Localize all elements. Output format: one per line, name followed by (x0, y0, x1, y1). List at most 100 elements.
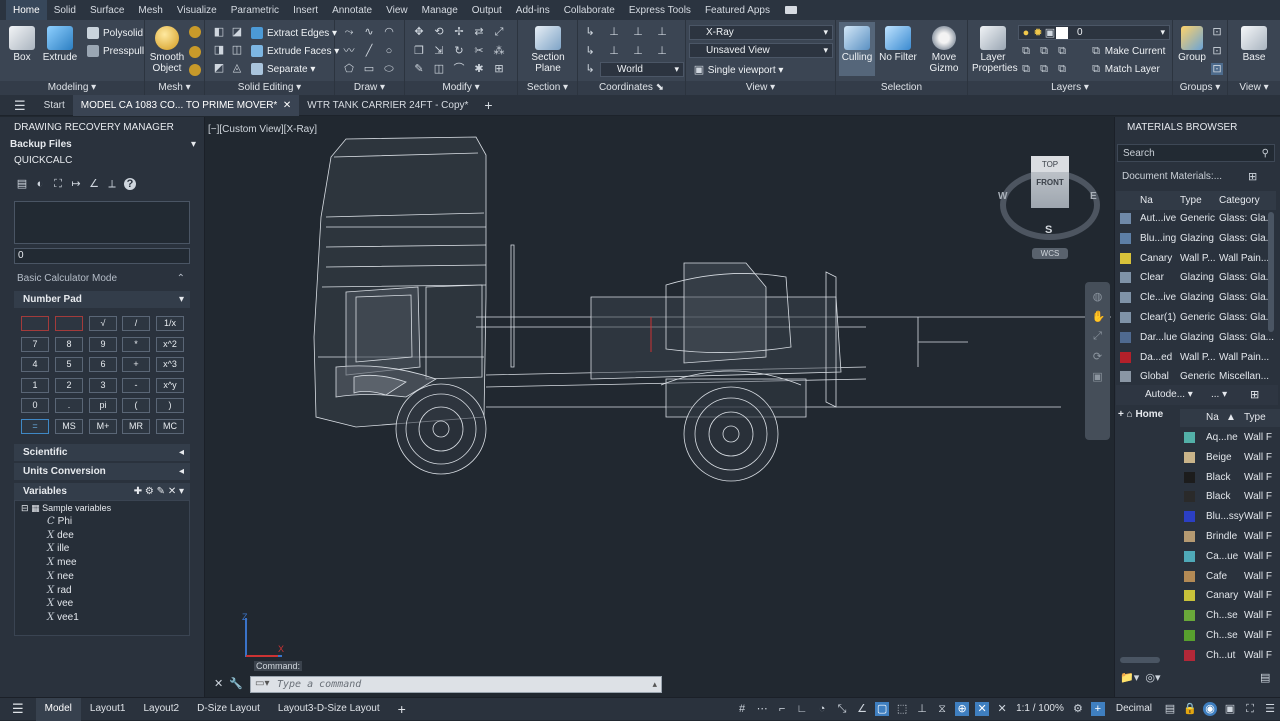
3d-object-snap-icon[interactable]: ⬚ (895, 702, 909, 716)
library-material-row[interactable]: Cafe Wall F (1180, 567, 1280, 586)
scientific-section[interactable]: Scientific ◂ (14, 444, 190, 461)
close-command-icon[interactable]: ✕ (214, 678, 223, 690)
ucs-z-axis-icon[interactable]: ⊥ (632, 26, 644, 38)
section-plane-button[interactable]: Section Plane (528, 26, 568, 74)
clear-icon[interactable]: ▤ (16, 178, 28, 190)
layer-iso-icon[interactable]: ⧉ (1020, 45, 1032, 57)
key-0-1[interactable] (55, 316, 83, 331)
ucs-object-icon[interactable]: ⊥ (608, 45, 620, 57)
ucs-icon[interactable]: ↳ (584, 26, 596, 38)
key-2-0[interactable]: 4 (21, 357, 49, 372)
rotate-icon[interactable]: ↻ (453, 45, 465, 57)
object-snap-tracking-icon[interactable]: ∠ (855, 702, 869, 716)
key-5-0[interactable]: = (21, 418, 49, 434)
customize-command-icon[interactable]: 🔧 (229, 678, 243, 690)
library-material-row[interactable]: Ca...ue Wall F (1180, 547, 1280, 566)
key-1-0[interactable]: 7 (21, 336, 49, 352)
layout-tab-1[interactable]: Layout1 (81, 698, 135, 721)
ucs-world-dropdown[interactable]: World (600, 62, 684, 77)
panel-coordinates-title[interactable]: Coordinates ⬊ (578, 81, 685, 95)
open-library-icon[interactable]: 📁▾ (1120, 672, 1139, 684)
join-icon[interactable]: ⊞ (493, 63, 505, 75)
material-row[interactable]: Dar...lue Glazing Glass: Gla... (1116, 328, 1278, 347)
variables-tools-icon[interactable]: ✚ ⚙ ✎ ✕ ▾ (134, 483, 184, 500)
trim-icon[interactable]: ✂ (473, 45, 485, 57)
key-2-2[interactable]: 6 (89, 357, 117, 372)
tab-featured-apps[interactable]: Featured Apps (698, 0, 777, 20)
key-4-3[interactable]: ( (122, 398, 150, 413)
ortho-icon[interactable]: ∟ (795, 702, 809, 716)
help-icon[interactable]: ? (124, 178, 136, 190)
library-material-row[interactable]: Black Wall F (1180, 468, 1280, 487)
customization-icon[interactable]: ☰ (1263, 702, 1277, 716)
new-tab-icon[interactable]: + (476, 95, 500, 116)
ucs-named-icon[interactable]: ↳ (584, 63, 596, 75)
align-icon[interactable]: ✢ (453, 26, 465, 38)
key-0-0[interactable] (21, 316, 49, 331)
close-tab-icon[interactable]: ✕ (283, 100, 291, 111)
rectangle-icon[interactable]: ▭ (363, 63, 375, 75)
rotate-3d-icon[interactable]: ⟲ (433, 26, 445, 38)
spline-icon[interactable]: ∿ (363, 26, 375, 38)
dynamic-ucs-icon[interactable]: ⊥ (915, 702, 929, 716)
key-4-0[interactable]: 0 (21, 398, 49, 413)
lock-ui-icon[interactable]: 🔒 (1183, 702, 1197, 716)
quickcalc-input[interactable]: 0 (14, 248, 190, 264)
layer-lock-icon[interactable]: ▣ (1044, 27, 1056, 39)
add-layout-icon[interactable]: + (389, 698, 415, 721)
mesh-tool-icon-3[interactable] (189, 64, 201, 76)
tab-parametric[interactable]: Parametric (224, 0, 286, 20)
offset-icon[interactable]: ◫ (433, 63, 445, 75)
smooth-object-button[interactable]: Smooth Object (147, 26, 187, 74)
library-dropdown[interactable]: Autode... ▾ (1145, 389, 1193, 400)
base-button[interactable]: Base (1234, 26, 1274, 63)
polar-icon[interactable]: ◔ (815, 702, 829, 716)
separate-button[interactable]: Separate ▾ (251, 61, 315, 77)
layer-on-icon[interactable]: ● (1020, 27, 1032, 39)
ucs-face-icon[interactable]: ⊥ (632, 45, 644, 57)
panel-section-title[interactable]: Section ▾ (518, 81, 577, 95)
stretch-icon[interactable]: ⇲ (433, 45, 445, 57)
command-input[interactable]: ▭▾ Type a command ▴ (250, 676, 662, 693)
make-current-button[interactable]: ⧉ Make Current (1090, 43, 1165, 59)
isolate-objects-icon[interactable]: ◉ (1203, 702, 1217, 716)
arc-icon[interactable]: ◠ (383, 26, 395, 38)
tab-visualize[interactable]: Visualize (170, 0, 224, 20)
extract-edges-button[interactable]: Extract Edges ▾ (251, 25, 337, 41)
add-icon[interactable]: + (1090, 702, 1105, 716)
group-edit-icon[interactable]: ⊡ (1211, 45, 1223, 57)
material-row[interactable]: Cle...ive Glazing Glass: Gla... (1116, 288, 1278, 307)
library-material-row[interactable]: Aq...ne Wall F (1180, 428, 1280, 447)
material-row[interactable]: Aut...ive Generic Glass: Gla... (1116, 209, 1278, 228)
material-row[interactable]: Clear Glazing Glass: Gla... (1116, 268, 1278, 287)
library-material-row[interactable]: Ch...se Wall F (1180, 606, 1280, 625)
tab-output[interactable]: Output (465, 0, 509, 20)
key-3-1[interactable]: 2 (55, 377, 83, 393)
library-material-row[interactable]: Ch...se Wall F (1180, 626, 1280, 645)
layout-tab-3[interactable]: D-Size Layout (188, 698, 269, 721)
library-view-dropdown[interactable]: ... ▾ (1211, 389, 1227, 400)
materials-search-input[interactable]: Search ⚲ (1117, 144, 1275, 162)
view-options-icon[interactable]: ⊞ (1248, 170, 1257, 183)
annotation-visibility-icon[interactable]: ✕ (975, 702, 990, 716)
col-type[interactable]: Type (1180, 191, 1202, 210)
compass-east-label[interactable]: E (1090, 191, 1097, 202)
move-icon[interactable]: ✥ (413, 26, 425, 38)
library-material-row[interactable]: Ch...ut Wall F (1180, 646, 1280, 665)
tab-annotate[interactable]: Annotate (325, 0, 379, 20)
tab-manage[interactable]: Manage (415, 0, 465, 20)
tab-home[interactable]: Home (6, 0, 47, 20)
tab-insert[interactable]: Insert (286, 0, 325, 20)
fillet-icon[interactable]: ⌒ (453, 63, 465, 75)
variable-item[interactable]: Xnee (47, 571, 74, 582)
variables-section[interactable]: Variables ✚ ⚙ ✎ ✕ ▾ (14, 483, 190, 500)
ucs-3point-icon[interactable]: ⊥ (656, 26, 668, 38)
ellipse-icon[interactable]: ⬭ (383, 63, 395, 75)
key-3-2[interactable]: 3 (89, 377, 117, 393)
key-3-4[interactable]: x^y (156, 377, 184, 393)
wcs-menu[interactable]: WCS (1032, 248, 1068, 259)
layer-delete-icon[interactable]: ⧉ (1056, 63, 1068, 75)
key-1-4[interactable]: x^2 (156, 336, 184, 352)
viewcube-front-face[interactable]: FRONT (1031, 172, 1069, 194)
box-button[interactable]: Box (2, 26, 42, 63)
